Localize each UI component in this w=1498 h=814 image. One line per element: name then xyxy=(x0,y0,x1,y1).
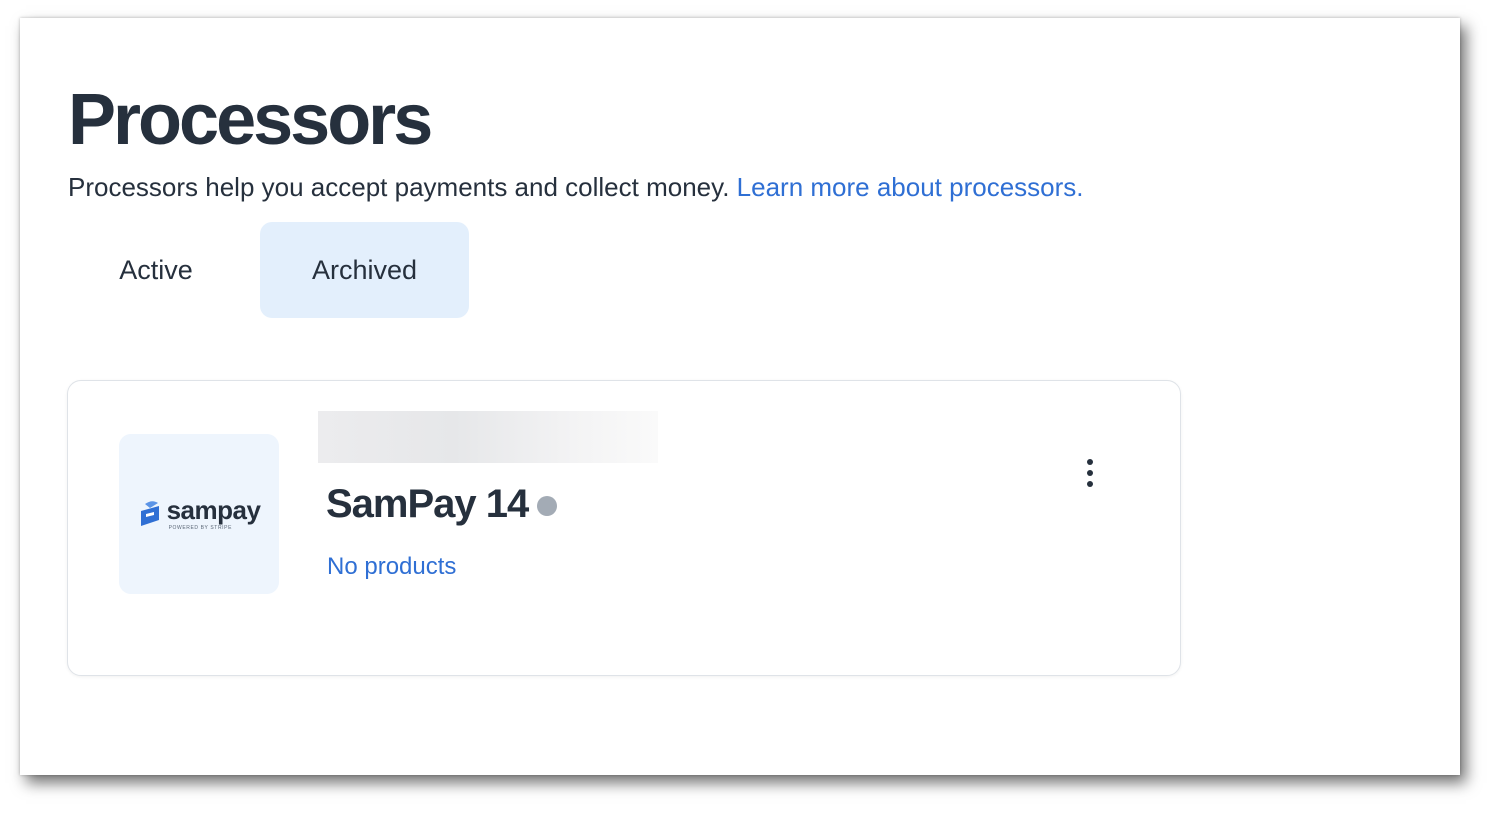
processor-logo: sampay POWERED BY STRIPE xyxy=(119,434,279,594)
processor-card: sampay POWERED BY STRIPE SamPay 14 No pr… xyxy=(67,380,1181,676)
logo-tagline: POWERED BY STRIPE xyxy=(168,525,233,531)
processors-page: Processors Processors help you accept pa… xyxy=(20,18,1460,775)
status-indicator xyxy=(537,496,557,516)
more-options-icon[interactable] xyxy=(1076,451,1104,495)
tab-archived[interactable]: Archived xyxy=(260,222,469,318)
logo-wordmark: sampay xyxy=(166,495,261,525)
learn-more-link[interactable]: Learn more about processors. xyxy=(737,172,1084,202)
description-text: Processors help you accept payments and … xyxy=(68,172,730,202)
products-link[interactable]: No products xyxy=(327,553,456,581)
processor-name: SamPay 14 xyxy=(326,482,529,526)
tab-active[interactable]: Active xyxy=(68,222,244,318)
page-description: Processors help you accept payments and … xyxy=(68,172,1084,203)
sampay-logo-icon xyxy=(140,501,159,526)
page-title: Processors xyxy=(68,80,433,160)
redacted-placeholder xyxy=(318,411,658,463)
